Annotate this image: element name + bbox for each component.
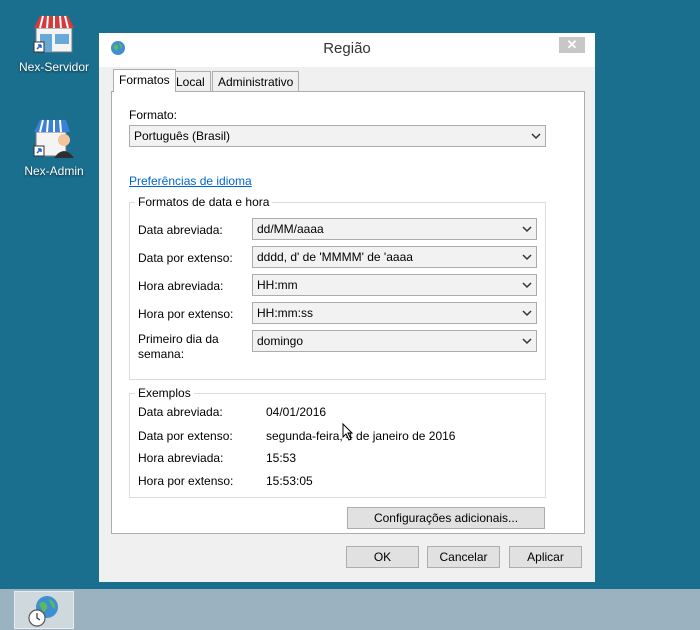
close-button[interactable]: ✕ xyxy=(559,37,585,53)
select-value: HH:mm xyxy=(257,278,298,292)
select-value: dd/MM/aaaa xyxy=(257,222,324,236)
shop-icon xyxy=(32,12,76,56)
taskbar xyxy=(0,589,700,630)
example-label: Data por extenso: xyxy=(138,429,233,443)
chevron-down-icon xyxy=(531,133,541,140)
mouse-cursor-icon xyxy=(342,423,354,441)
shop-admin-icon xyxy=(32,116,76,160)
field-label-long-date: Data por extenso: xyxy=(138,251,233,265)
chevron-down-icon xyxy=(522,254,532,261)
region-dialog: Região ✕ Formatos Local Administrativo F… xyxy=(98,32,596,583)
close-icon: ✕ xyxy=(566,37,578,52)
field-label-short-time: Hora abreviada: xyxy=(138,279,224,293)
examples-title: Exemplos xyxy=(135,386,194,400)
example-value: 04/01/2016 xyxy=(266,405,327,419)
field-label-short-date: Data abreviada: xyxy=(138,223,223,237)
tab-formatos[interactable]: Formatos xyxy=(113,69,176,92)
chevron-down-icon xyxy=(522,226,532,233)
tab-label: Formatos xyxy=(119,73,170,87)
tab-label: Administrativo xyxy=(218,75,294,89)
formats-panel: Formato: Português (Brasil) Preferências… xyxy=(111,91,585,534)
datetime-group-title: Formatos de data e hora xyxy=(135,195,273,209)
globe-clock-icon xyxy=(28,596,58,627)
short-time-select[interactable]: HH:mm xyxy=(252,274,537,296)
language-preferences-link[interactable]: Preferências de idioma xyxy=(129,174,252,188)
apply-button[interactable]: Aplicar xyxy=(509,546,582,568)
long-time-select[interactable]: HH:mm:ss xyxy=(252,302,537,324)
field-label-first-day-line2: semana: xyxy=(138,347,185,361)
long-date-select[interactable]: dddd, d' de 'MMMM' de 'aaaa xyxy=(252,246,537,268)
field-label-first-day-line1: Primeiro dia da xyxy=(138,332,219,346)
additional-settings-button[interactable]: Configurações adicionais... xyxy=(347,507,545,529)
tab-local[interactable]: Local xyxy=(170,71,211,91)
cancel-button[interactable]: Cancelar xyxy=(427,546,500,568)
example-label: Data abreviada: xyxy=(138,405,223,419)
select-value: HH:mm:ss xyxy=(257,306,313,320)
first-day-select[interactable]: domingo xyxy=(252,330,537,352)
desktop-icon-label: Nex-Servidor xyxy=(18,60,90,74)
chevron-down-icon xyxy=(522,282,532,289)
desktop-icon-label: Nex-Admin xyxy=(24,164,84,178)
chevron-down-icon xyxy=(522,338,532,345)
desktop-icon-nex-admin[interactable]: Nex-Admin xyxy=(14,116,94,178)
ok-button[interactable]: OK xyxy=(346,546,419,568)
select-value: domingo xyxy=(257,334,304,348)
format-select[interactable]: Português (Brasil) xyxy=(129,125,546,147)
select-value: dddd, d' de 'MMMM' de 'aaaa xyxy=(257,250,413,264)
format-select-value: Português (Brasil) xyxy=(134,129,231,143)
desktop-icon-nex-servidor[interactable]: Nex-Servidor xyxy=(14,12,94,74)
title-bar[interactable]: Região ✕ xyxy=(99,33,595,67)
example-label: Hora por extenso: xyxy=(138,474,234,488)
taskbar-region-app-button[interactable] xyxy=(14,591,74,629)
tab-label: Local xyxy=(176,75,205,89)
window-title: Região xyxy=(323,40,371,57)
example-value: 15:53 xyxy=(266,451,297,465)
example-label: Hora abreviada: xyxy=(138,451,224,465)
tab-administrativo[interactable]: Administrativo xyxy=(212,71,300,91)
field-label-long-time: Hora por extenso: xyxy=(138,307,234,321)
chevron-down-icon xyxy=(522,310,532,317)
example-value: segunda-feira, 4 de janeiro de 2016 xyxy=(266,429,456,443)
format-label: Formato: xyxy=(129,108,178,122)
short-date-select[interactable]: dd/MM/aaaa xyxy=(252,218,537,240)
example-value: 15:53:05 xyxy=(266,474,313,488)
